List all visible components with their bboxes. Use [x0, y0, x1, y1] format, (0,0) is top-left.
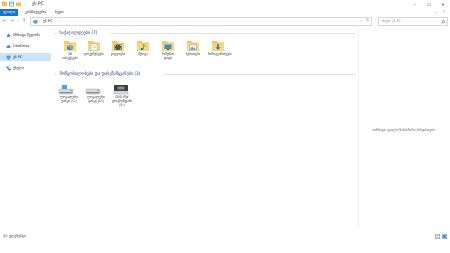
back-button[interactable]: ← — [2, 17, 8, 25]
folders-group-header[interactable]: ⌄ საქაღალდეები (7) — [54, 30, 97, 35]
navigation-pane: › სწრაფი წვდომა › OneDrive ⌄ ეს PC › ქსე… — [0, 28, 52, 228]
folder-label: მუსიკა — [138, 52, 148, 56]
folder-label: სამუშაო დაფა — [161, 52, 175, 60]
breadcrumb-this-pc[interactable]: ეს PC — [43, 19, 53, 23]
group-divider — [110, 33, 356, 34]
sidebar-item-label: სწრაფი წვდომა — [13, 33, 40, 37]
drive-e[interactable]: DVD RW დისკწამყვანი (E:) — [110, 84, 134, 107]
cloud-icon — [6, 44, 11, 48]
search-placeholder: ძიება: ეს PC — [382, 19, 401, 24]
sidebar-item-quick-access[interactable]: › სწრაფი წვდომა — [0, 31, 51, 39]
preview-pane-message: აირჩიეთ ფაილი წინასწარი ნახვისთვის. — [372, 128, 436, 132]
collapse-chevron-icon[interactable]: ⌄ — [54, 31, 57, 35]
desktop-icon — [162, 41, 174, 51]
pc-icon — [6, 55, 11, 60]
star-icon — [6, 32, 11, 38]
folder-desktop[interactable]: სამუშაო დაფა — [158, 39, 178, 61]
folder-label: 3D ობიექტები — [62, 52, 78, 60]
videos-icon — [112, 41, 124, 51]
drive-d[interactable]: ლოკალური დისკი (D:) — [84, 84, 108, 104]
search-icon — [441, 19, 445, 24]
breadcrumb-separator[interactable]: › — [59, 19, 60, 23]
music-icon — [137, 41, 149, 51]
group-divider — [163, 74, 356, 75]
up-button[interactable]: ↑ — [21, 17, 27, 25]
pictures-icon — [187, 41, 199, 51]
folder-downloads[interactable]: ჩამოტვირთვები — [208, 39, 232, 57]
sidebar-item-onedrive[interactable]: › OneDrive — [0, 42, 51, 50]
sidebar-item-label: ქსელი — [13, 66, 24, 70]
folder-pictures[interactable]: სურათები — [183, 39, 203, 57]
quick-access-dropdown-icon[interactable]: ⌄ — [23, 1, 28, 7]
network-icon — [6, 66, 11, 70]
large-icons-view-icon[interactable] — [442, 234, 447, 239]
item-count: 10 ელემენტი — [3, 234, 26, 238]
window-title: ეს PC — [32, 1, 44, 7]
folder-videos[interactable]: ვიდეოები — [108, 39, 128, 57]
drive-label: ლოკალური დისკი (D:) — [87, 95, 105, 103]
collapse-chevron-icon[interactable]: ⌄ — [54, 72, 57, 76]
new-folder-icon[interactable] — [16, 1, 21, 7]
folder-label: დოკუმენტები — [84, 52, 104, 56]
folders-group-title: საქაღალდეები (7) — [59, 30, 98, 35]
status-bar: 10 ელემენტი — [0, 232, 450, 242]
maximize-button[interactable]: ☐ — [422, 0, 436, 9]
help-icon[interactable]: ? — [440, 9, 448, 16]
sidebar-item-label: ეს PC — [13, 55, 23, 59]
3d-objects-icon — [64, 41, 76, 51]
file-explorer-icon[interactable] — [2, 1, 7, 7]
pc-icon — [33, 19, 38, 24]
search-box[interactable]: ძიება: ეს PC — [378, 17, 448, 26]
drive-label: DVD RW დისკწამყვანი (E:) — [111, 95, 133, 107]
downloads-icon — [212, 41, 224, 51]
folder-label: სურათები — [185, 52, 201, 56]
address-row: ← → ⌄ ↑ › ეს PC › ⌄ ↻ ძიება: ეს PC — [0, 16, 450, 26]
tab-view[interactable]: ხედი — [52, 9, 67, 16]
sidebar-item-network[interactable]: › ქსელი — [0, 64, 51, 72]
folder-label: ჩამოტვირთვები — [208, 52, 232, 56]
details-view-icon[interactable] — [435, 234, 440, 239]
address-bar[interactable]: › ეს PC › ⌄ ↻ — [30, 17, 372, 26]
refresh-icon[interactable]: ↻ — [366, 18, 369, 22]
folder-3d-objects[interactable]: 3D ობიექტები — [60, 39, 80, 61]
drives-group-title: მოწყობილობები და დისკწამყვანები (3) — [59, 71, 141, 76]
minimize-button[interactable]: – — [408, 0, 422, 9]
drive-c[interactable]: ლოკალური დისკი (C:) — [57, 84, 81, 104]
folder-music[interactable]: მუსიკა — [133, 39, 153, 57]
preview-pane-divider[interactable] — [358, 28, 359, 228]
address-dropdown-icon[interactable]: ⌄ — [360, 19, 363, 23]
breadcrumb-separator: › — [39, 18, 41, 23]
sidebar-item-label: OneDrive — [13, 44, 30, 48]
properties-icon[interactable] — [9, 1, 14, 7]
drives-group-header[interactable]: ⌄ მოწყობილობები და დისკწამყვანები (3) — [54, 71, 140, 76]
sidebar-item-this-pc[interactable]: ⌄ ეს PC — [0, 53, 51, 61]
close-button[interactable]: ✕ — [436, 0, 450, 9]
tab-file[interactable]: ფაილი — [0, 9, 19, 16]
folder-documents[interactable]: დოკუმენტები — [84, 39, 104, 57]
tab-computer[interactable]: კომპიუტერი — [22, 9, 49, 16]
documents-icon — [88, 41, 100, 51]
title-bar: ⌄ ეს PC – ☐ ✕ — [0, 0, 450, 9]
folder-label: ვიდეოები — [110, 52, 126, 56]
drive-label: ლოკალური დისკი (C:) — [60, 95, 78, 103]
